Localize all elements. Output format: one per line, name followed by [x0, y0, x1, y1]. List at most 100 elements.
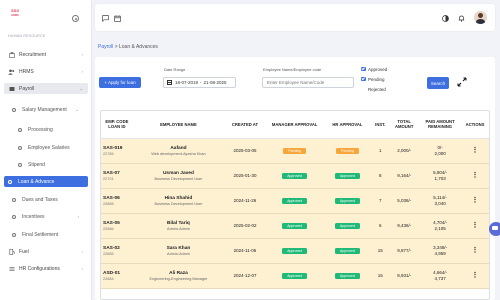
approved-label: Approved: [368, 66, 388, 72]
emp-code-cell: ASD-01 22684: [101, 263, 133, 289]
sidebar-item-final-settlement[interactable]: Final Settlement: [8, 229, 88, 240]
employee-name: Aafand: [170, 145, 187, 151]
calendar-icon[interactable]: [113, 14, 121, 22]
chevron-right-icon: ›: [81, 249, 83, 254]
employee-name: Bilal Tariq: [167, 220, 190, 226]
col-paid-remaining: PAID AMOUNT REMAINING: [419, 111, 461, 139]
sidebar-item-dues-taxes[interactable]: Dues and Taxes: [8, 194, 88, 205]
table-row[interactable]: SAS-07 22701 Usman Javed Business Developme…: [101, 163, 489, 189]
sidebar-item-stipend[interactable]: Stipend: [8, 159, 88, 170]
status-badge: Pending: [335, 147, 359, 154]
actions-cell: ⋮: [461, 263, 489, 289]
actions-cell: ⋮: [461, 238, 489, 264]
search-button[interactable]: Search: [427, 77, 449, 89]
approved-checkbox[interactable]: Approved: [361, 66, 401, 72]
manager-approval-cell: Approved: [265, 263, 324, 289]
emp-code: SAS-02: [103, 245, 120, 251]
loan-id: 22688: [103, 201, 114, 206]
table-row[interactable]: SAS-06 22688 Hina Shahid Business Developme…: [101, 188, 489, 214]
remaining-amount: 2,105: [434, 225, 446, 231]
hr-approval-cell: Approved: [323, 213, 372, 239]
topbar: [92, 0, 500, 36]
more-actions-icon[interactable]: ⋮: [472, 272, 479, 279]
manager-approval-cell: Pending: [265, 138, 324, 164]
sidebar-item-payroll[interactable]: Payroll ⌄: [4, 83, 88, 94]
pending-checkbox[interactable]: Pending: [361, 76, 401, 82]
table-row[interactable]: SAS-019 22765 Aafand Web development-Ayesha…: [101, 138, 489, 164]
sidebar-collapse-icon[interactable]: [72, 15, 79, 22]
hr-approval-cell: Approved: [323, 263, 372, 289]
loan-id: 22701: [103, 176, 114, 181]
more-actions-icon[interactable]: ⋮: [472, 147, 479, 154]
bullet-icon: [18, 127, 22, 132]
chat-support-button[interactable]: [489, 222, 500, 236]
paid-remaining-cell: 4,664/- 4,737: [419, 263, 461, 289]
date-range-input[interactable]: 18-07-2019 - 21-08-2025: [163, 77, 236, 88]
sidebar-item-processing[interactable]: Processing: [8, 124, 88, 135]
chat-icon[interactable]: [101, 14, 109, 22]
employee-cell: Aafand Web development-Ayesha Khan: [132, 138, 225, 164]
more-actions-icon[interactable]: ⋮: [472, 222, 479, 229]
employee-designation: Admin-Admin: [167, 251, 190, 256]
sidebar-item-incentives[interactable]: Incentives ›: [8, 211, 88, 222]
loan-id: 22686: [103, 226, 114, 231]
sidebar-item-label: Incentives: [22, 213, 45, 220]
sidebar-item-salary-management[interactable]: Salary Management ⌄: [8, 104, 88, 115]
more-actions-icon[interactable]: ⋮: [472, 247, 479, 254]
date-to: 21-08-2025: [203, 80, 227, 85]
employee-name: Hina Shahid: [164, 195, 193, 201]
more-actions-icon[interactable]: ⋮: [472, 197, 479, 204]
emp-code: SAS-07: [103, 170, 120, 176]
table-row[interactable]: SAS-02 22685 Sara Khan Admin-Admin 2024-11-0…: [101, 238, 489, 264]
employee-cell: Bilal Tariq Admin-Admin: [132, 213, 225, 239]
expand-icon[interactable]: [457, 77, 467, 87]
employee-cell: Sara Khan Admin-Admin: [132, 238, 225, 264]
sidebar-item-employee-salaries[interactable]: Employee Salaries: [8, 142, 88, 153]
status-badge: Approved: [282, 197, 308, 204]
created-at: 2024-12-07: [224, 263, 266, 289]
sidebar-item-label: Final Settlement: [22, 231, 59, 238]
sidebar-item-hr-configurations[interactable]: HR Configurations ›: [4, 263, 88, 274]
total-amount: 9,877/-: [389, 238, 420, 264]
sidebar-item-hrms[interactable]: HRMS ›: [4, 66, 88, 77]
sidebar-item-label: Processing: [28, 126, 53, 133]
employee-designation: Business Development User: [154, 201, 203, 206]
employee-cell: Hina Shahid Business Development User: [132, 188, 225, 214]
created-at: 2025-01-30: [224, 163, 266, 189]
employee-designation: Web development-Ayesha Khan: [151, 151, 206, 156]
sidebar-item-label: HRMS: [19, 68, 34, 75]
emp-code: SAS-019: [103, 145, 123, 151]
notification-bell-icon[interactable]: [457, 14, 465, 22]
chevron-right-icon: ›: [77, 214, 79, 219]
loan-id: 22684: [103, 276, 114, 281]
manager-approval-cell: Approved: [265, 213, 324, 239]
apply-for-loan-button[interactable]: + Apply for loan: [99, 77, 141, 88]
manager-approval-cell: Approved: [265, 188, 324, 214]
col-actions: ACTIONS: [461, 111, 489, 139]
employee-search-input[interactable]: [262, 77, 354, 88]
employee-name: Usman Javed: [162, 170, 194, 176]
table-row[interactable]: ASD-01 22684 Ali Raza Engineering-Engineeri…: [101, 263, 489, 289]
created-at: 2024-11-26: [224, 188, 266, 214]
more-actions-icon[interactable]: ⋮: [472, 172, 479, 179]
theme-toggle-icon[interactable]: [441, 14, 449, 22]
breadcrumb-payroll[interactable]: Payroll: [98, 44, 113, 50]
sidebar-item-label: Fuel: [19, 248, 29, 255]
emp-code-cell: SAS-02 22685: [101, 238, 133, 264]
status-badge: Pending: [283, 147, 307, 154]
chevron-right-icon: ›: [81, 69, 83, 74]
brand-logo[interactable]: SSS HRMS: [8, 8, 22, 23]
sidebar-item-loan-advance[interactable]: Loan & Advance: [4, 176, 88, 187]
sidebar-item-fuel[interactable]: Fuel ›: [4, 246, 88, 257]
emp-code: SAS-06: [103, 195, 120, 201]
chevron-right-icon: ›: [81, 52, 83, 57]
installments: 8: [371, 163, 390, 189]
calendar-icon: [167, 80, 172, 85]
user-avatar[interactable]: [474, 11, 487, 24]
sidebar-item-recruitment[interactable]: Recruitment ›: [4, 49, 88, 60]
payroll-icon: [8, 86, 15, 92]
table-row[interactable]: SAS-05 22686 Bilal Tariq Admin-Admin 2025-02…: [101, 213, 489, 239]
manager-approval-cell: Approved: [265, 163, 324, 189]
rejected-checkbox[interactable]: Rejected: [361, 86, 401, 92]
hr-approval-cell: Approved: [323, 238, 372, 264]
